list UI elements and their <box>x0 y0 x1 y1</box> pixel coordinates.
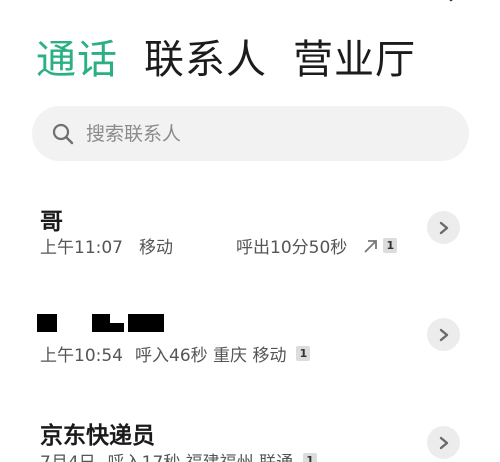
call-row[interactable]: 哥 上午11:07 移动 呼出10分50秒 1 <box>0 196 500 266</box>
contact-name: 哥 <box>40 209 63 235</box>
chevron-right-icon <box>439 328 448 341</box>
chevron-right-icon <box>439 436 448 449</box>
chevron-right-icon <box>439 221 448 234</box>
search-icon <box>52 123 74 144</box>
shield-icon[interactable] <box>440 0 462 4</box>
call-time: 7月4日 <box>40 448 96 462</box>
call-carrier: 移动 <box>139 238 173 258</box>
search-input[interactable] <box>84 121 448 146</box>
call-meta: 7月4日 呼入17秒 福建福州 联通 1 <box>40 448 323 462</box>
sim-badge: 1 <box>303 453 318 462</box>
call-time: 上午10:54 <box>40 346 123 366</box>
call-meta: 上午11:07 移动 <box>40 233 179 258</box>
call-detail: 呼入46秒 重庆 移动 <box>135 346 287 366</box>
tab-contacts[interactable]: 联系人 <box>144 34 267 86</box>
sim-badge: 1 <box>383 238 398 253</box>
call-log-screen: 通话 联系人 营业厅 哥 上午11:07 移动 呼出10分50秒 1 <box>0 0 500 462</box>
call-meta: 上午10:54 呼入46秒 重庆 移动 1 <box>40 341 316 366</box>
call-duration: 呼出10分50秒 <box>236 238 348 258</box>
sim-badge: 1 <box>296 346 311 361</box>
top-tabs: 通话 联系人 营业厅 <box>36 34 442 86</box>
contact-name: 京东快递员 <box>40 423 155 449</box>
tab-calls[interactable]: 通话 <box>36 34 118 86</box>
call-time: 上午11:07 <box>40 238 123 258</box>
call-detail-button[interactable] <box>427 211 460 244</box>
outgoing-arrow-icon <box>364 239 378 253</box>
call-row[interactable]: 上午10:54 呼入46秒 重庆 移动 1 <box>0 305 500 375</box>
search-bar[interactable] <box>32 106 469 161</box>
call-detail: 呼入17秒 福建福州 联通 <box>108 448 293 462</box>
call-row[interactable]: 京东快递员 7月4日 呼入17秒 福建福州 联通 1 <box>0 412 500 462</box>
call-detail-button[interactable] <box>427 318 460 351</box>
tab-service-hall[interactable]: 营业厅 <box>293 34 416 86</box>
call-direction-group: 呼出10分50秒 1 <box>236 233 403 258</box>
call-detail-button[interactable] <box>427 426 460 459</box>
